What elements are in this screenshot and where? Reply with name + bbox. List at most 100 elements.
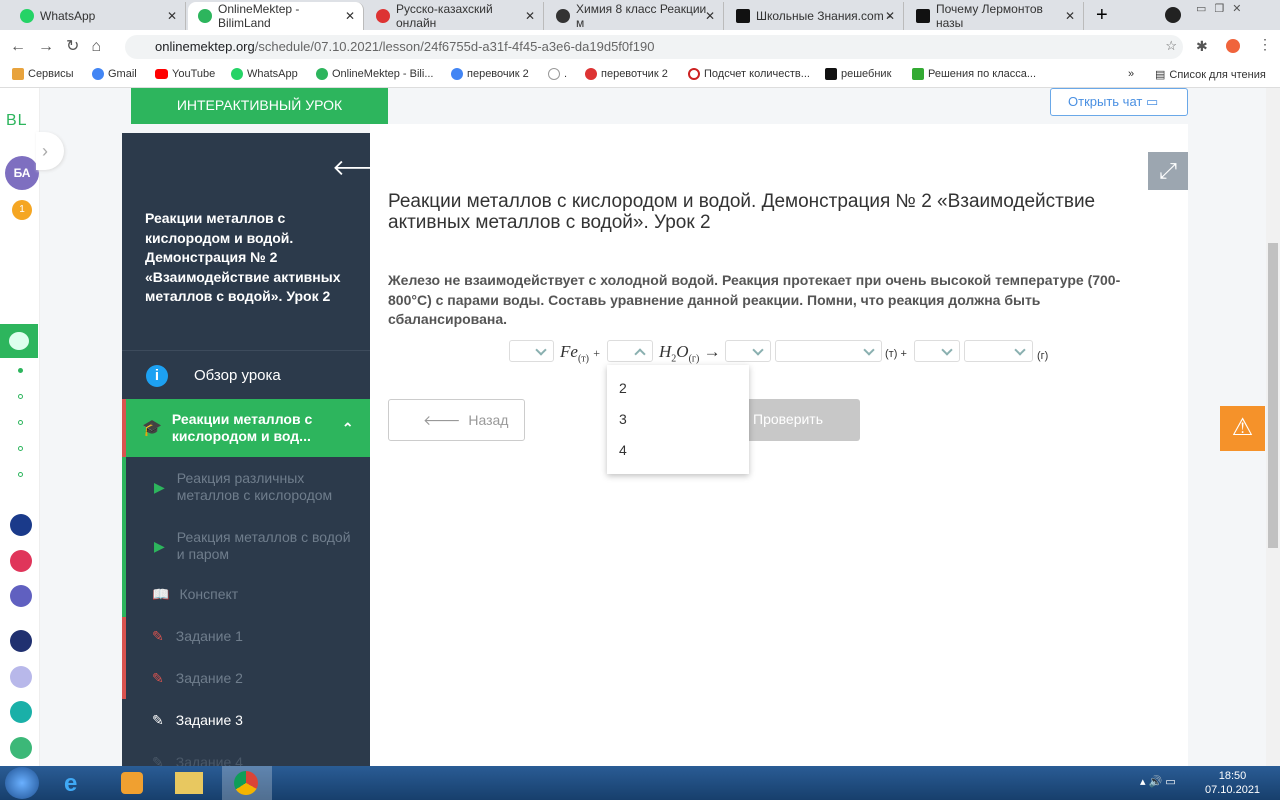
- lesson-sidebar: 🡐 Реакции металлов с кислородом и водой.…: [122, 133, 391, 770]
- play-icon: ▶: [154, 478, 165, 495]
- back-button[interactable]: 🡐 Назад: [388, 399, 525, 441]
- reading-list-icon: ▤: [1155, 69, 1166, 81]
- bookmark[interactable]: перевочик 2: [451, 68, 529, 80]
- smart-nation-icon[interactable]: [10, 630, 32, 652]
- dropdown-option[interactable]: 3: [607, 396, 749, 427]
- bookmark[interactable]: Gmail: [92, 68, 137, 80]
- bilim-shop-icon[interactable]: [10, 550, 32, 572]
- nav-buttons[interactable]: ←→↻⌂: [10, 36, 113, 56]
- tab-title: Русско-казахский онлайн: [396, 2, 493, 30]
- nav-dot[interactable]: [18, 368, 23, 373]
- bilim-land-icon[interactable]: [10, 737, 32, 759]
- fullscreen-icon[interactable]: ⤢: [1148, 152, 1188, 190]
- sidebar-item-task-1[interactable]: ✎ Задание 1: [122, 626, 370, 646]
- coefficient-dropdown-menu: 2 3 4: [607, 365, 749, 474]
- sidebar-item-notes[interactable]: 📖 Конспект: [122, 584, 370, 604]
- dropdown-option[interactable]: 2: [607, 365, 749, 396]
- book-icon: 📖: [152, 585, 170, 602]
- nav-dot[interactable]: [18, 394, 23, 399]
- tab-lermontov[interactable]: Почему Лермонтов назы ✕: [906, 2, 1084, 30]
- star-icon[interactable]: ☆: [1165, 38, 1177, 54]
- product1-select[interactable]: [775, 340, 882, 362]
- close-icon[interactable]: ✕: [525, 9, 535, 23]
- reading-list[interactable]: ▤ Список для чтения: [1155, 68, 1266, 82]
- taskbar: e ▴ 🔊 ▭ 18:50 07.10.2021: [0, 766, 1280, 800]
- tab-title: Почему Лермонтов назы: [936, 2, 1043, 30]
- bilim-class-icon[interactable]: [10, 701, 32, 723]
- bookmark[interactable]: OnlineMektep - Bili...: [316, 68, 433, 80]
- tab-title: OnlineMektep - BilimLand: [218, 2, 300, 30]
- window-controls[interactable]: ▭❐✕: [1196, 2, 1249, 15]
- tab-onlinemektep[interactable]: OnlineMektep - BilimLand ✕: [188, 2, 364, 30]
- sidebar-item-video-2[interactable]: ▶ Реакция металлов с водой и паром: [122, 526, 370, 566]
- avatar[interactable]: БА: [5, 156, 39, 190]
- bilim-media-icon[interactable]: [10, 666, 32, 688]
- more-bookmarks-icon[interactable]: »: [1128, 68, 1134, 80]
- sidebar-item-task-2[interactable]: ✎ Задание 2: [122, 668, 370, 688]
- rail-active-app[interactable]: [0, 324, 38, 358]
- close-icon[interactable]: ✕: [167, 9, 177, 23]
- profile-icon[interactable]: [1165, 7, 1181, 23]
- url-input[interactable]: onlinemektep.org/schedule/07.10.2021/les…: [125, 35, 1183, 59]
- scrollbar[interactable]: [1266, 88, 1280, 766]
- equation-fe: Fe(т) +: [560, 342, 600, 365]
- tab-znania[interactable]: Школьные Знания.com - ✕: [726, 2, 904, 30]
- chrome-icon: [234, 771, 258, 795]
- dropdown-option[interactable]: 4: [607, 427, 749, 458]
- bookmark[interactable]: решебник: [825, 68, 891, 80]
- back-arrow-icon[interactable]: 🡐: [332, 155, 391, 181]
- start-button[interactable]: [5, 767, 39, 799]
- edit-icon: ✎: [152, 711, 164, 728]
- edit-icon: ✎: [152, 627, 164, 644]
- close-icon[interactable]: ✕: [885, 9, 895, 23]
- tab-translator[interactable]: Русско-казахский онлайн ✕: [366, 2, 544, 30]
- tray-icons[interactable]: ▴ 🔊 ▭: [1140, 775, 1176, 788]
- sidebar-item-overview[interactable]: i Обзор урока: [122, 350, 370, 400]
- clock[interactable]: 18:50 07.10.2021: [1205, 769, 1260, 797]
- interactive-lesson-button[interactable]: ИНТЕРАКТИВНЫЙ УРОК: [131, 88, 388, 124]
- bilim-tutor-icon[interactable]: [10, 514, 32, 536]
- arrow-left-icon: 🡐: [423, 412, 461, 428]
- bookmark[interactable]: Решения по класса...: [912, 68, 1036, 80]
- nav-dot[interactable]: [18, 446, 23, 451]
- coefficient-product2-select[interactable]: [914, 340, 960, 362]
- ie-icon[interactable]: e: [64, 770, 77, 798]
- nav-dot[interactable]: [18, 420, 23, 425]
- bookmark[interactable]: WhatsApp: [231, 68, 298, 80]
- bookmark[interactable]: Подсчет количеств...: [688, 68, 810, 80]
- chrome-taskbar-button[interactable]: [222, 766, 272, 800]
- bookmark[interactable]: перевотчик 2: [585, 68, 668, 80]
- sidebar-section-active[interactable]: 🎓 Реакции металлов с кислородом и вод... ⌃: [122, 399, 370, 457]
- sidebar-item-video-1[interactable]: ▶ Реакция различных металлов с кислородом: [122, 467, 370, 507]
- new-tab-button[interactable]: +: [1096, 4, 1108, 27]
- bookmark[interactable]: Сервисы: [12, 68, 74, 80]
- play-icon: ▶: [154, 537, 165, 554]
- equation-plus: (т) +: [885, 348, 907, 360]
- lesson-title: Реакции металлов с кислородом и водой. Д…: [388, 191, 1096, 233]
- logo: BL: [6, 112, 28, 129]
- close-icon[interactable]: ✕: [705, 9, 715, 23]
- bilim-app-icon[interactable]: [10, 585, 32, 607]
- coefficient-product1-select[interactable]: [725, 340, 771, 362]
- warning-icon[interactable]: ⚠: [1220, 406, 1265, 451]
- menu-icon[interactable]: ⋮: [1258, 36, 1272, 53]
- explorer-icon[interactable]: [175, 772, 203, 794]
- product2-select[interactable]: [964, 340, 1033, 362]
- close-icon[interactable]: ✕: [1065, 9, 1075, 23]
- tab-chemistry[interactable]: Химия 8 класс Реакции м ✕: [546, 2, 724, 30]
- open-chat-button[interactable]: Открыть чат ▭: [1050, 88, 1188, 116]
- coefficient-fe-select[interactable]: [509, 340, 554, 362]
- notification-badge[interactable]: 1: [12, 200, 32, 220]
- extensions-icon[interactable]: ✱: [1196, 38, 1208, 55]
- bookmark[interactable]: YouTube: [155, 68, 215, 80]
- nav-dot[interactable]: [18, 472, 23, 477]
- account-icon[interactable]: [1226, 39, 1240, 53]
- onlinemektep-icon: [9, 332, 29, 350]
- close-icon[interactable]: ✕: [345, 9, 355, 23]
- tab-whatsapp[interactable]: WhatsApp ✕: [10, 2, 186, 30]
- media-player-icon[interactable]: [121, 772, 143, 794]
- state-gas: (г): [1037, 350, 1049, 362]
- bookmark[interactable]: .: [548, 68, 567, 80]
- coefficient-h2o-select[interactable]: [607, 340, 653, 362]
- sidebar-item-task-3[interactable]: ✎ Задание 3: [122, 710, 370, 730]
